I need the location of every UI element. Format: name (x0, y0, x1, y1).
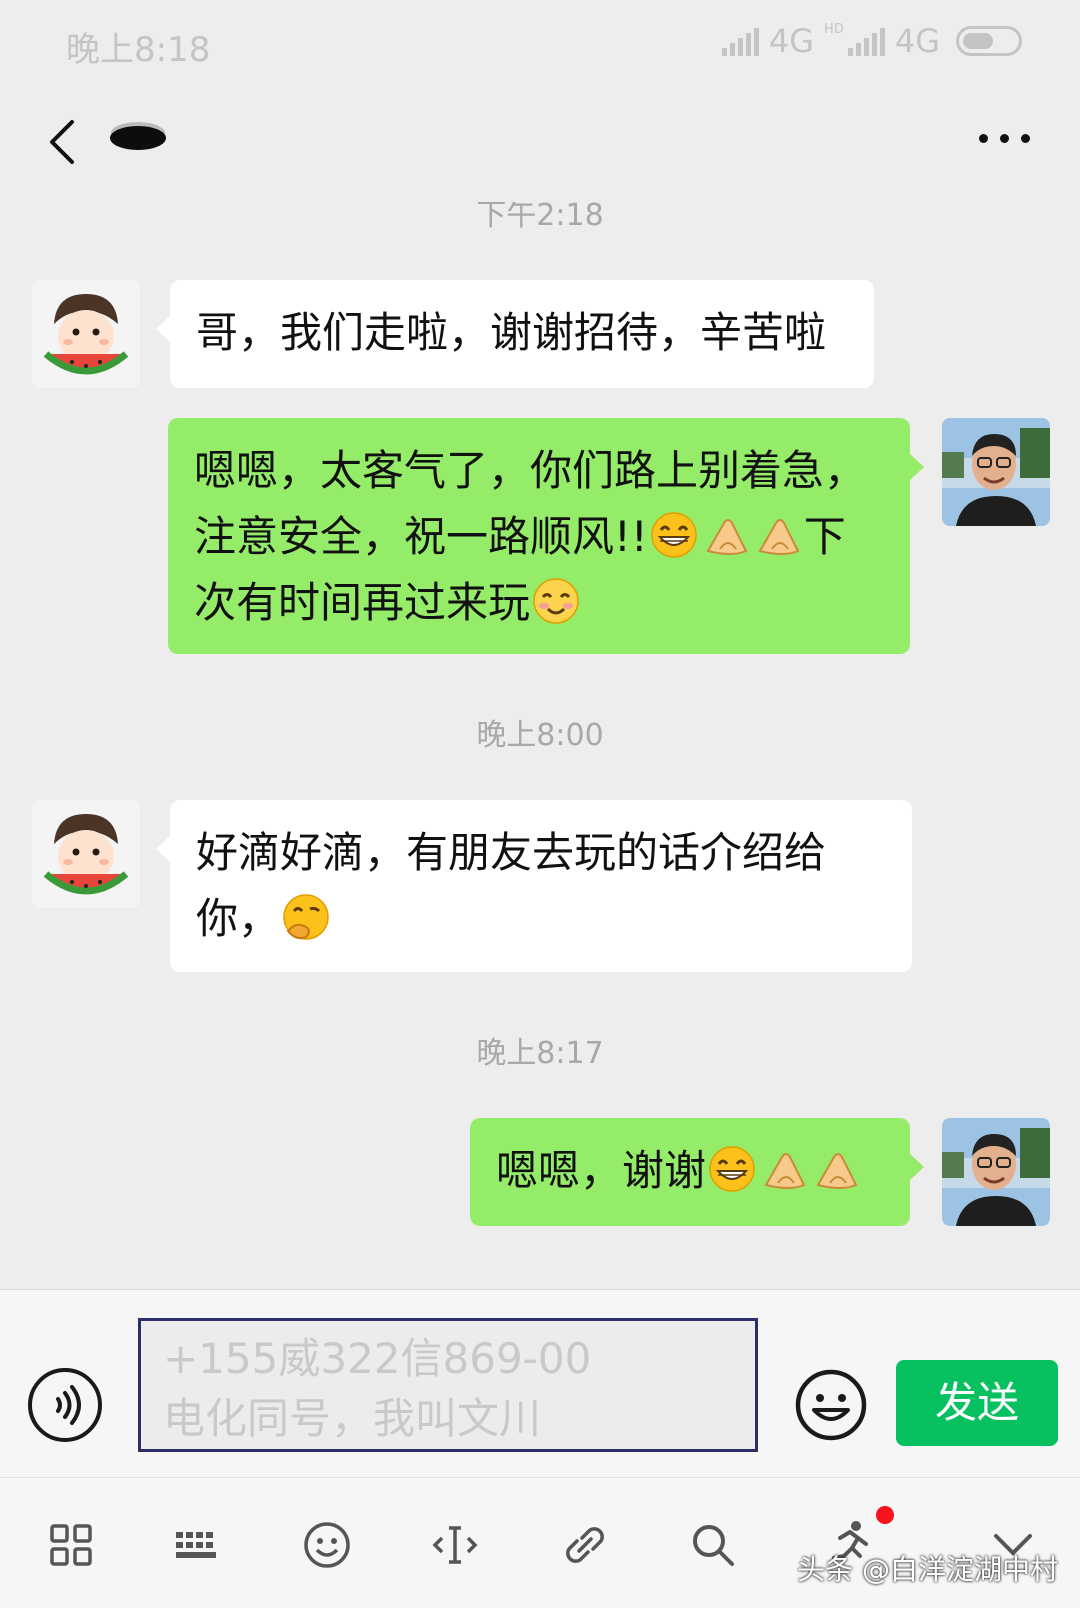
timestamp: 晚上8:00 (476, 718, 604, 753)
text-cursor-icon[interactable] (430, 1520, 480, 1570)
my-avatar[interactable] (942, 1118, 1050, 1226)
message-bubble-incoming[interactable]: 哥，我们走啦，谢谢招待，辛苦啦 (156, 280, 874, 388)
message-text-line: 次有时间再过来玩 (194, 570, 886, 636)
status-indicators: 4G HD 4G (721, 21, 1022, 60)
hd-badge: HD (824, 21, 844, 37)
network-type-1: 4G (768, 22, 815, 60)
ok-hand-emoji-icon (817, 1153, 858, 1189)
link-icon[interactable] (560, 1520, 610, 1570)
message-text-line: 好滴好滴，有朋友去玩的话介绍给 (196, 828, 827, 877)
contact-name-redacted (110, 126, 166, 150)
message-input[interactable]: +155威322信869-00 电化同号，我叫文川 (138, 1318, 758, 1452)
keyboard-icon[interactable] (172, 1520, 222, 1570)
message-bubble-outgoing[interactable]: 嗯嗯，太客气了，你们路上别着急， 注意安全，祝一路顺风!! 下 次有时间再过来玩 (168, 418, 924, 654)
contact-avatar[interactable] (32, 280, 140, 388)
chat-header (0, 90, 1080, 202)
ok-hand-emoji-icon (758, 519, 799, 555)
message-text-line: 你， (196, 886, 888, 952)
status-time: 晚上8:18 (66, 30, 211, 70)
blush-emoji-icon (532, 577, 580, 625)
grin-emoji-icon (708, 1145, 756, 1193)
voice-icon[interactable] (28, 1368, 102, 1442)
thinking-emoji-icon (282, 893, 330, 941)
grid-icon[interactable] (46, 1520, 96, 1570)
message-text: 嗯嗯，谢谢 (496, 1146, 707, 1195)
input-area: +155威322信869-00 电化同号，我叫文川 发送 (0, 1289, 1080, 1477)
signal-icon (721, 26, 759, 56)
search-icon[interactable] (688, 1520, 738, 1570)
timestamp: 晚上8:17 (476, 1036, 604, 1071)
message-text: 哥，我们走啦，谢谢招待，辛苦啦 (196, 308, 827, 357)
back-icon[interactable] (34, 112, 94, 172)
emoji-icon[interactable] (302, 1520, 352, 1570)
message-list[interactable]: 下午2:18 哥，我们走啦，谢谢招待，辛苦啦 嗯嗯，太客气了，你们路上别着急， … (0, 202, 1080, 1289)
message-bubble-incoming[interactable]: 好滴好滴，有朋友去玩的话介绍给 你， (156, 800, 912, 972)
my-avatar[interactable] (942, 418, 1050, 526)
smiley-icon[interactable] (794, 1368, 868, 1442)
signal-icon-2 (847, 26, 885, 56)
ok-hand-emoji-icon (765, 1153, 806, 1189)
grin-emoji-icon (650, 511, 698, 559)
timestamp: 下午2:18 (476, 202, 604, 233)
network-type-2: 4G (894, 22, 940, 60)
watermark: 头条 @白洋淀湖中村 (797, 1553, 1058, 1586)
message-text-line: 嗯嗯，太客气了，你们路上别着急， (194, 446, 867, 495)
keyboard-toolbar: 头条 @白洋淀湖中村 (0, 1477, 1080, 1608)
battery-icon (956, 26, 1022, 56)
message-bubble-outgoing[interactable]: 嗯嗯，谢谢 (470, 1118, 924, 1226)
send-button[interactable]: 发送 (896, 1360, 1058, 1446)
more-icon[interactable] (979, 134, 1030, 143)
notification-dot (876, 1506, 894, 1524)
status-bar: 晚上8:18 4G HD 4G (0, 0, 1080, 90)
input-text-line: +155威322信869-00 (163, 1334, 592, 1383)
contact-avatar[interactable] (32, 800, 140, 908)
input-text-line: 电化同号，我叫文川 (163, 1394, 542, 1443)
message-text-line: 注意安全，祝一路顺风!! 下 (194, 511, 846, 561)
ok-hand-emoji-icon (706, 519, 747, 555)
